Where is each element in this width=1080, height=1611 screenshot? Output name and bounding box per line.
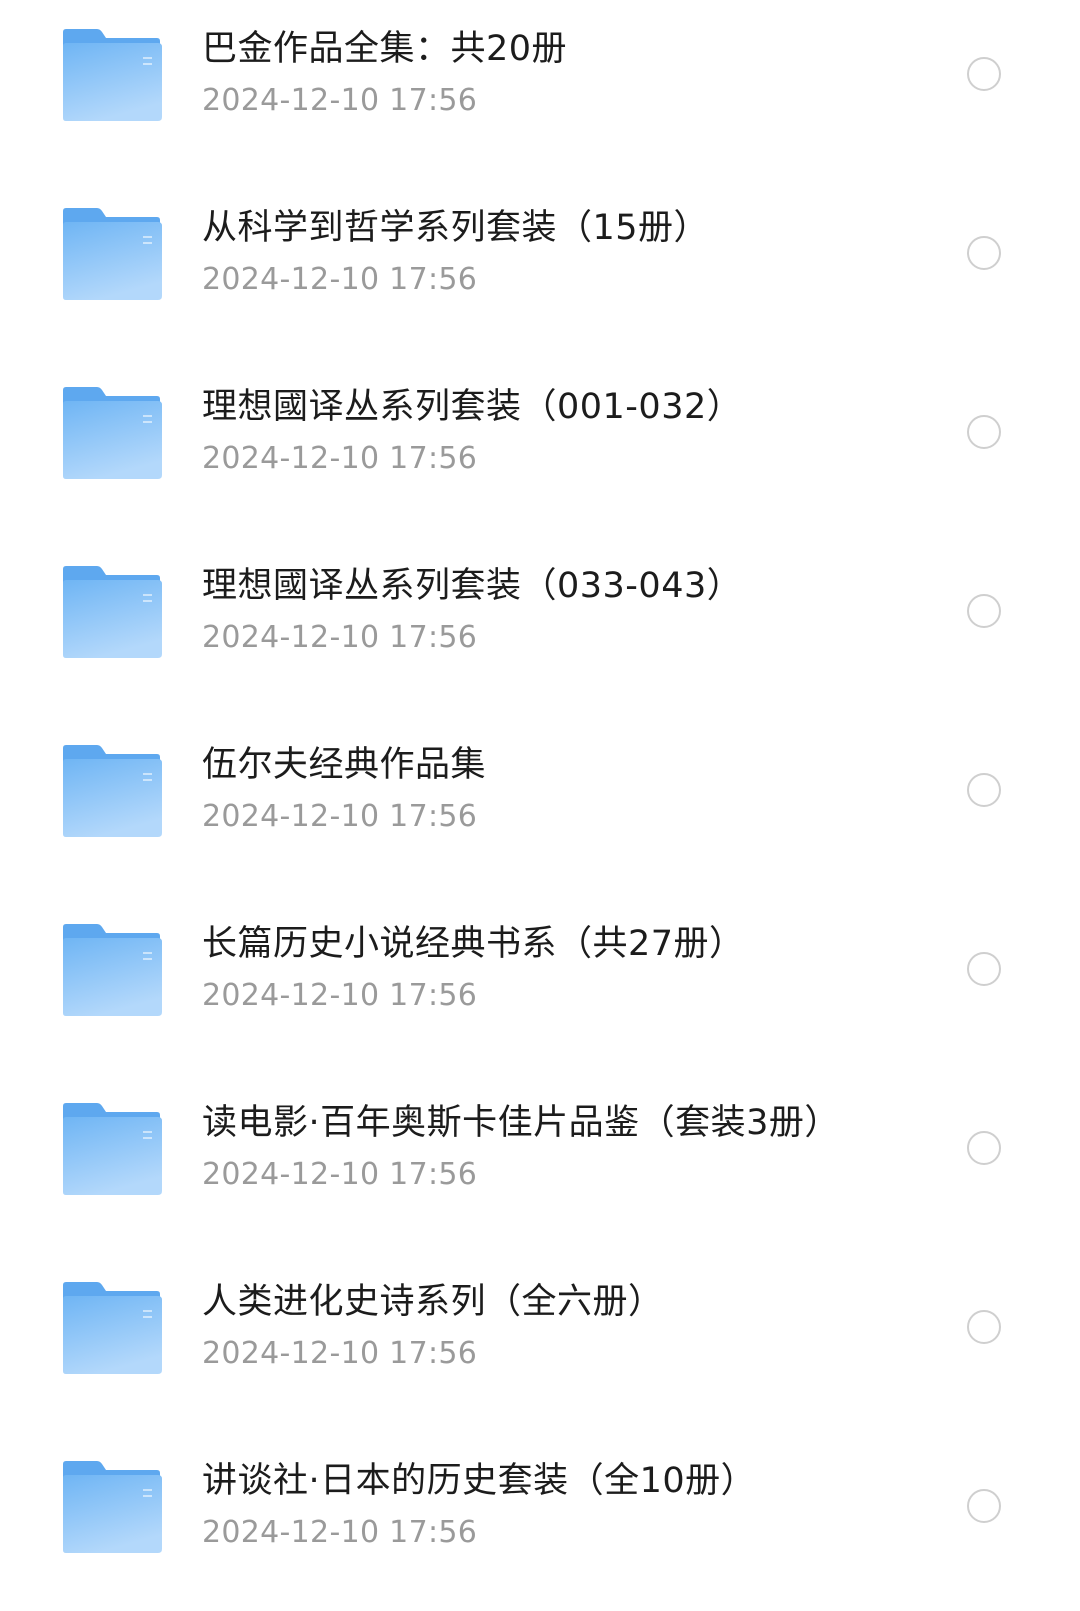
list-item[interactable]: 从科学到哲学系列套装（15册） 2024-12-10 17:56 [0, 179, 1080, 358]
folder-icon [61, 923, 163, 1017]
folder-icon [61, 386, 163, 480]
item-date: 2024-12-10 17:56 [202, 799, 478, 834]
select-checkbox[interactable] [967, 415, 1001, 449]
list-item[interactable]: 讲谈社·日本的历史套装（全10册） 2024-12-10 17:56 [0, 1432, 1080, 1611]
file-list: 巴金作品全集：共20册 2024-12-10 17:56 从科学到哲学系列套装（… [0, 0, 1080, 1577]
folder-icon [61, 1460, 163, 1554]
list-item[interactable]: 理想國译丛系列套装（033-043） 2024-12-10 17:56 [0, 537, 1080, 716]
list-item[interactable]: 理想國译丛系列套装（001-032） 2024-12-10 17:56 [0, 358, 1080, 537]
item-date: 2024-12-10 17:56 [202, 441, 478, 476]
folder-icon [61, 207, 163, 301]
item-name: 人类进化史诗系列（全六册） [202, 1282, 664, 1322]
item-name: 理想國译丛系列套装（033-043） [202, 566, 743, 606]
item-date: 2024-12-10 17:56 [202, 83, 478, 118]
select-checkbox[interactable] [967, 773, 1001, 807]
item-name: 理想國译丛系列套装（001-032） [202, 387, 743, 427]
folder-icon [61, 1281, 163, 1375]
list-item[interactable]: 伍尔夫经典作品集 2024-12-10 17:56 [0, 716, 1080, 895]
select-checkbox[interactable] [967, 594, 1001, 628]
item-name: 讲谈社·日本的历史套装（全10册） [202, 1461, 757, 1501]
item-name: 读电影·百年奥斯卡佳片品鉴（套装3册） [202, 1103, 840, 1143]
folder-icon [61, 28, 163, 122]
list-item[interactable]: 长篇历史小说经典书系（共27册） 2024-12-10 17:56 [0, 895, 1080, 1074]
list-item[interactable]: 巴金作品全集：共20册 2024-12-10 17:56 [0, 0, 1080, 179]
select-checkbox[interactable] [967, 57, 1001, 91]
item-name: 巴金作品全集：共20册 [202, 29, 568, 69]
list-item[interactable]: 读电影·百年奥斯卡佳片品鉴（套装3册） 2024-12-10 17:56 [0, 1074, 1080, 1253]
folder-icon [61, 744, 163, 838]
list-item[interactable]: 人类进化史诗系列（全六册） 2024-12-10 17:56 [0, 1253, 1080, 1432]
item-name: 从科学到哲学系列套装（15册） [202, 208, 710, 248]
item-date: 2024-12-10 17:56 [202, 1515, 478, 1550]
item-date: 2024-12-10 17:56 [202, 620, 478, 655]
select-checkbox[interactable] [967, 952, 1001, 986]
item-name: 伍尔夫经典作品集 [202, 745, 487, 785]
item-date: 2024-12-10 17:56 [202, 978, 478, 1013]
item-date: 2024-12-10 17:56 [202, 1157, 478, 1192]
select-checkbox[interactable] [967, 1310, 1001, 1344]
select-checkbox[interactable] [967, 236, 1001, 270]
item-name: 长篇历史小说经典书系（共27册） [202, 924, 745, 964]
item-date: 2024-12-10 17:56 [202, 1336, 478, 1371]
select-checkbox[interactable] [967, 1489, 1001, 1523]
select-checkbox[interactable] [967, 1131, 1001, 1165]
folder-icon [61, 565, 163, 659]
folder-icon [61, 1102, 163, 1196]
item-date: 2024-12-10 17:56 [202, 262, 478, 297]
